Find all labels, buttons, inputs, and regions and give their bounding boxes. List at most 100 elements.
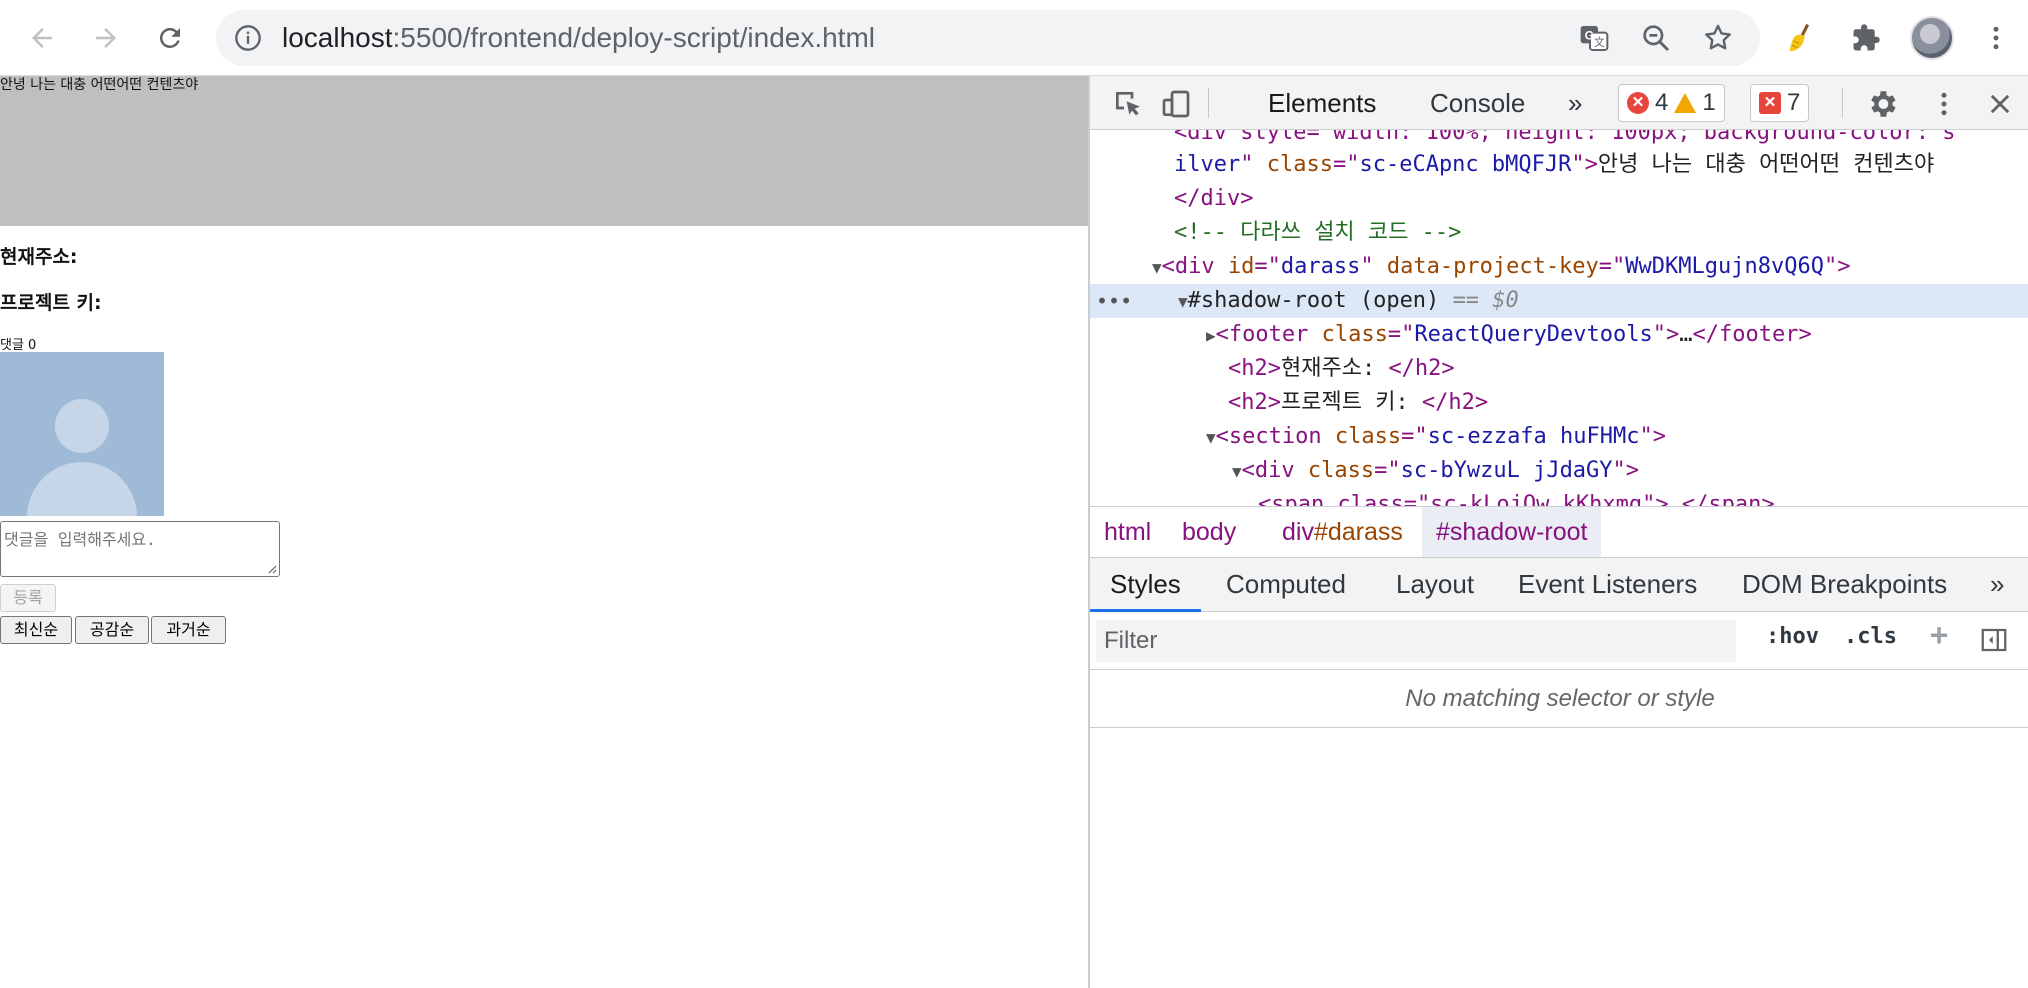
expand-triangle-icon[interactable]: ▼	[1206, 428, 1216, 447]
crumb-tag: html	[1104, 518, 1152, 546]
inspect-element-icon[interactable]	[1108, 84, 1148, 124]
collapsed-triangle-icon[interactable]: ▶	[1206, 326, 1216, 345]
tab-elements[interactable]: Elements	[1268, 76, 1376, 130]
attr-name: class	[1334, 424, 1402, 449]
more-style-tabs-button[interactable]: »	[1990, 558, 2004, 612]
dom-text: 현재주소:	[1280, 356, 1389, 381]
new-style-rule-button[interactable]: +	[1930, 618, 1948, 653]
expand-triangle-icon[interactable]: ▼	[1178, 292, 1188, 311]
eq-quote: ="	[1401, 424, 1428, 449]
open-bracket: <	[1215, 322, 1229, 347]
close-bracket: ">	[1639, 424, 1667, 449]
tab-computed[interactable]: Computed	[1226, 558, 1346, 612]
crumb-body[interactable]: body	[1168, 507, 1250, 557]
expand-triangle-icon[interactable]: ▼	[1232, 462, 1242, 481]
crumb-shadow-root[interactable]: #shadow-root	[1422, 507, 1602, 557]
cls-toggle[interactable]: .cls	[1844, 624, 1897, 649]
forward-button[interactable]	[84, 16, 128, 60]
tab-event-listeners[interactable]: Event Listeners	[1518, 558, 1697, 612]
quote: "	[1240, 152, 1267, 177]
crumb-html[interactable]: html	[1090, 507, 1165, 557]
arrow-right-icon	[96, 28, 116, 48]
crumb-tag: div	[1282, 518, 1314, 546]
eq-quote: ="	[1374, 458, 1401, 483]
dom-node-h2-address[interactable]: <h2>현재주소: </h2>	[1228, 352, 2028, 386]
project-key-heading: 프로젝트 키:	[0, 292, 102, 314]
dom-node-section[interactable]: ▼<section class="sc-ezzafa huFHMc">	[1206, 420, 2028, 454]
dom-node-div-style[interactable]: <div style="width: 100%; height: 100px; …	[1174, 130, 2028, 150]
close-devtools-icon[interactable]	[1980, 84, 2020, 124]
svg-text:G: G	[1585, 28, 1594, 42]
profile-avatar[interactable]	[1910, 16, 1954, 60]
browser-toolbar: localhost:5500/frontend/deploy-script/in…	[0, 0, 2028, 76]
dom-comment[interactable]: <!-- 다라쓰 설치 코드 -->	[1174, 216, 2028, 250]
more-dots-icon[interactable]: •••	[1096, 284, 1132, 318]
reload-icon	[159, 27, 180, 48]
back-button[interactable]	[20, 16, 64, 60]
hov-toggle[interactable]: :hov	[1766, 624, 1819, 649]
attr-name: class	[1266, 152, 1333, 177]
open-bracket: <	[1215, 424, 1229, 449]
expand-triangle-icon[interactable]: ▼	[1152, 258, 1162, 277]
tab-console[interactable]: Console	[1430, 76, 1525, 130]
dom-tree[interactable]: <div style="width: 100%; height: 100px; …	[1090, 130, 2028, 506]
tab-layout[interactable]: Layout	[1396, 558, 1474, 612]
dom-partial-line: <div style="width: 100%; height: 100px; …	[1174, 130, 1956, 145]
star-icon[interactable]	[1702, 22, 1734, 54]
dom-node-span-partial[interactable]: <span class="sc-kLojOw kKhxmg">…</span>	[1258, 488, 2028, 506]
broom-extension-icon[interactable]	[1782, 18, 1822, 58]
close-tag: </h2>	[1421, 390, 1489, 415]
comment-textarea[interactable]: 댓글을 입력해주세요.	[0, 521, 280, 577]
more-tabs-button[interactable]: »	[1568, 76, 1582, 130]
dom-node-darass[interactable]: ▼<div id="darass" data-project-key="WwDK…	[1152, 250, 2028, 284]
submit-comment-button[interactable]: 등록	[0, 584, 56, 612]
silver-content-box: 안녕 나는 대충 어떤어떤 컨텐츠야	[0, 76, 1088, 226]
dom-node-h2-key[interactable]: <h2>프로젝트 키: </h2>	[1228, 386, 2028, 420]
sort-likes-button[interactable]: 공감순	[75, 616, 149, 644]
attr-value: darass	[1280, 254, 1361, 279]
dom-node-div-inner[interactable]: ▼<div class="sc-bYwzuL jJdaGY">	[1232, 454, 2028, 488]
attr-value: sc-ezzafa huFHMc	[1427, 424, 1640, 449]
settings-gear-icon[interactable]	[1862, 84, 1902, 124]
toggle-sidebar-icon[interactable]	[1976, 620, 2012, 660]
crumb-id: #shadow-root	[1436, 518, 1588, 546]
dom-node-div-style-cont[interactable]: ilver" class="sc-eCApnc bMQFJR">안녕 나는 대충…	[1174, 148, 2028, 182]
puzzle-extensions-icon[interactable]	[1846, 18, 1886, 58]
dom-node-footer[interactable]: ▶<footer class="ReactQueryDevtools">…</f…	[1206, 318, 2028, 352]
error-icon: ✕	[1627, 92, 1649, 114]
dom-text: 프로젝트 키:	[1280, 390, 1422, 415]
error-count: 4	[1655, 89, 1669, 116]
tab-styles[interactable]: Styles	[1090, 558, 1201, 612]
tag-name: section	[1228, 424, 1322, 449]
resize-grip-icon[interactable]	[267, 564, 277, 574]
dom-close-div[interactable]: </div>	[1174, 182, 2028, 216]
translate-icon[interactable]: G文	[1578, 22, 1610, 54]
kebab-menu-icon[interactable]	[1976, 18, 2016, 58]
issues-count: 7	[1787, 89, 1801, 116]
reload-button[interactable]	[148, 16, 192, 60]
crumb-id: #darass	[1313, 518, 1403, 546]
crumb-div-darass[interactable]: div#darass	[1268, 507, 1417, 557]
comment-count: 댓글 0	[0, 338, 37, 353]
dom-node-shadow-root-selected[interactable]: ••• ▼#shadow-root (open) == $0	[1090, 284, 2028, 318]
sort-latest-button[interactable]: 최신순	[0, 616, 72, 644]
tab-dom-breakpoints[interactable]: DOM Breakpoints	[1742, 558, 1947, 612]
styles-filter-input[interactable]	[1096, 620, 1736, 662]
attr-value: sc-eCApnc bMQFJR	[1359, 152, 1572, 177]
attr-name: class	[1321, 322, 1388, 347]
device-toolbar-icon[interactable]	[1156, 84, 1196, 124]
devtools-menu-icon[interactable]	[1924, 84, 1964, 124]
issues-badge[interactable]: ✕ 7	[1750, 84, 1810, 122]
sort-oldest-button[interactable]: 과거순	[151, 616, 226, 644]
page-viewport: 안녕 나는 대충 어떤어떤 컨텐츠야 현재주소: 프로젝트 키: 댓글 0 댓글…	[0, 76, 1088, 988]
devtools-toolbar: Elements Console » ✕ 4 1 ✕ 7	[1090, 76, 2028, 130]
close-bracket: ">	[1612, 458, 1640, 483]
default-avatar-image	[0, 352, 164, 516]
url-text[interactable]: localhost:5500/frontend/deploy-script/in…	[282, 10, 875, 66]
zoom-out-icon[interactable]	[1640, 22, 1672, 54]
crumb-tag: body	[1182, 518, 1237, 546]
address-bar[interactable]: localhost:5500/frontend/deploy-script/in…	[216, 10, 1760, 66]
warning-icon	[1674, 93, 1697, 113]
info-icon[interactable]	[234, 24, 262, 52]
console-counts-badge[interactable]: ✕ 4 1	[1618, 84, 1725, 122]
